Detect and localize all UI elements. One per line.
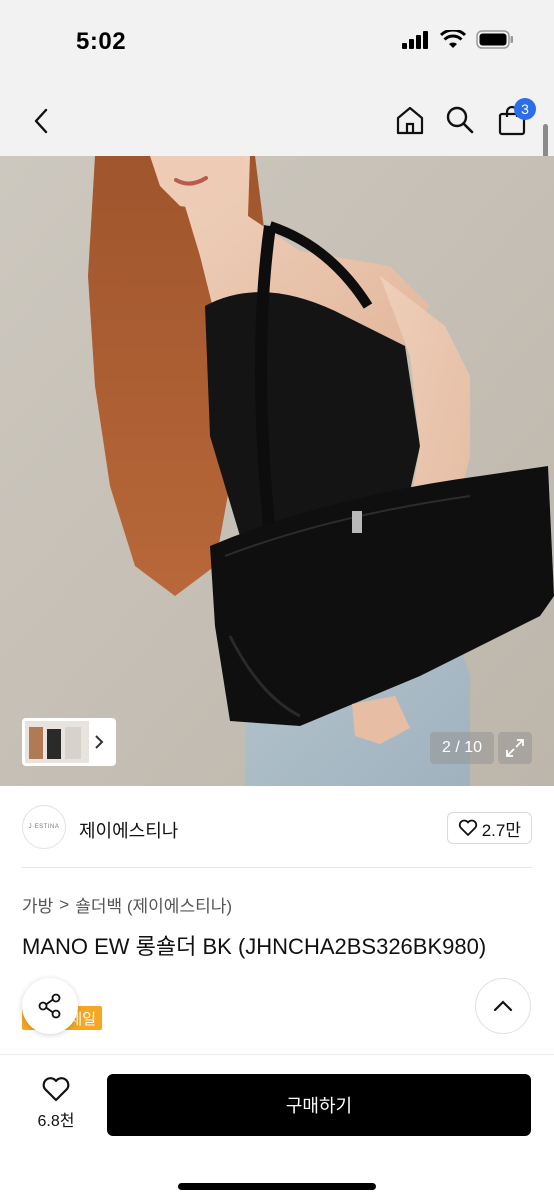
product-title: MANO EW 롱숄더 BK (JHNCHA2BS326BK980)	[22, 934, 487, 959]
chevron-up-icon	[493, 1000, 513, 1012]
status-time: 5:02	[76, 28, 127, 55]
wishlist-button[interactable]: 6.8천	[26, 1075, 86, 1139]
brand-like-count: 2.7만	[481, 820, 521, 840]
chevron-left-icon	[34, 108, 48, 134]
brand-like-button[interactable]: 2.7만	[446, 812, 532, 844]
share-button[interactable]	[22, 978, 78, 1034]
breadcrumb-subcategory[interactable]: 숄더백 (제이에스티나)	[75, 892, 232, 917]
status-bar: 5:02	[0, 0, 554, 86]
heart-icon	[458, 819, 477, 836]
wifi-icon	[439, 28, 467, 54]
search-icon	[446, 106, 474, 134]
scroll-to-top-button[interactable]	[475, 978, 531, 1034]
bottom-action-bar: 6.8천 구매하기	[0, 1054, 554, 1200]
wishlist-count: 6.8천	[37, 1113, 75, 1130]
back-button[interactable]	[22, 102, 60, 140]
home-indicator	[178, 1183, 376, 1190]
share-icon	[38, 993, 61, 1019]
home-button[interactable]	[390, 100, 430, 140]
product-photo	[0, 156, 554, 786]
signal-icon	[402, 30, 430, 54]
search-button[interactable]	[440, 100, 480, 140]
heart-icon	[42, 1077, 70, 1102]
brand-name[interactable]: 제이에스티나	[79, 817, 178, 843]
buy-button[interactable]: 구매하기	[107, 1074, 531, 1136]
breadcrumb-separator: >	[59, 894, 70, 914]
product-image-gallery[interactable]	[0, 156, 554, 786]
breadcrumb-category[interactable]: 가방	[22, 892, 53, 917]
battery-icon	[476, 30, 514, 54]
cart-count-badge: 3	[514, 98, 536, 120]
cart-button[interactable]: 3	[492, 98, 536, 140]
chevron-right-icon	[95, 735, 104, 749]
brand-row[interactable]: J·ESTINA 제이에스티나 2.7만	[22, 786, 532, 868]
expand-icon	[506, 739, 524, 757]
expand-button[interactable]	[498, 732, 532, 764]
status-icons	[402, 28, 514, 54]
brand-logo: J·ESTINA	[22, 805, 66, 849]
top-header: 3	[0, 86, 554, 156]
image-counter: 2 / 10	[430, 732, 494, 764]
breadcrumb: 가방 > 숄더백 (제이에스티나)	[22, 892, 232, 917]
thumbnail-strip[interactable]	[22, 718, 116, 766]
home-icon	[396, 106, 424, 135]
thumbnail-image	[25, 721, 89, 763]
